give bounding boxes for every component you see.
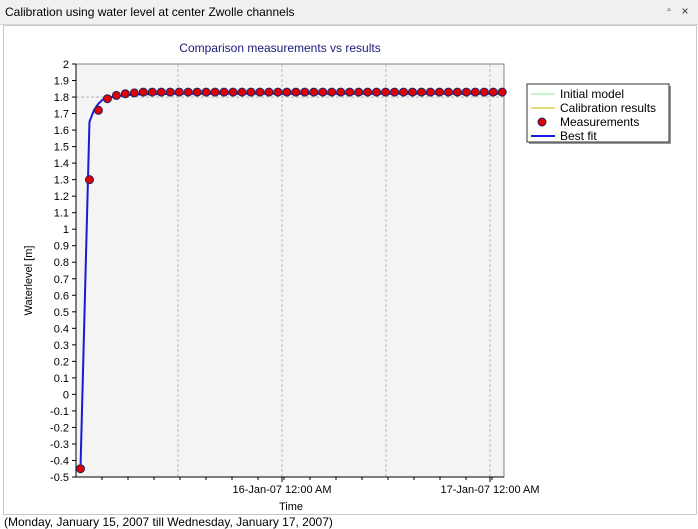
measurement-point [381,87,391,97]
measurement-point [497,87,507,97]
y-tick-label: 0.9 [54,241,69,253]
y-tick-label: 1.9 [54,76,69,88]
y-tick-label: -0.1 [50,406,69,418]
measurement-point [183,87,193,97]
measurement-point [416,87,426,97]
measurement-point [102,94,112,104]
measurement-point [434,87,444,97]
y-tick-label: 0.1 [54,373,69,385]
measurement-point [363,87,373,97]
legend-label: Measurements [560,115,639,129]
y-axis-title: Waterlevel [m] [23,246,35,316]
measurement-point [354,87,364,97]
measurement-point [479,87,489,97]
measurement-point [390,87,400,97]
chart: Comparison measurements vs results -0.5-… [23,41,671,513]
y-tick-label: 0.4 [54,323,69,335]
pin-icon[interactable]: ▫ [662,4,676,18]
measurement-point [210,87,220,97]
measurement-point [138,87,148,97]
y-tick-label: 1.7 [54,109,69,121]
measurement-point [201,87,211,97]
measurement-point [488,87,498,97]
y-tick-label: 0 [63,389,69,401]
measurement-point [237,87,247,97]
measurement-point [129,88,139,98]
measurement-point [165,87,175,97]
y-tick-label: 0.5 [54,307,69,319]
calibration-window: Calibration using water level at center … [0,0,698,529]
date-range-status: (Monday, January 15, 2007 till Wednesday… [4,515,333,529]
x-axis-title: Time [279,501,303,513]
measurement-point [345,87,355,97]
y-tick-label: 1 [63,224,69,236]
y-tick-label: 0.3 [54,340,69,352]
measurement-point [228,87,238,97]
y-tick-label: 1.6 [54,125,69,137]
measurement-point [309,87,319,97]
measurement-point [147,87,157,97]
y-tick-label: 1.5 [54,142,69,154]
measurement-point [336,87,346,97]
x-tick-label: 17-Jan-07 12:00 AM [440,484,539,496]
legend-label: Initial model [560,87,624,101]
y-tick-label: 0.7 [54,274,69,286]
y-tick-label: 1.8 [54,92,69,104]
measurement-point [255,87,265,97]
y-tick-label: 1.1 [54,208,69,220]
y-tick-label: 0.2 [54,356,69,368]
measurement-point [318,87,328,97]
measurement-point [156,87,166,97]
measurement-point [273,87,283,97]
legend-marker-measurements [537,117,547,127]
legend-label: Calibration results [560,101,656,115]
measurement-point [461,87,471,97]
measurement-point [174,87,184,97]
x-tick-label: 16-Jan-07 12:00 AM [232,484,331,496]
y-tick-label: -0.3 [50,439,69,451]
chart-panel: Comparison measurements vs results -0.5-… [3,25,697,515]
close-icon[interactable]: × [678,4,692,18]
measurement-point [425,87,435,97]
legend: Initial modelCalibration resultsMeasurem… [526,83,671,144]
measurement-point [219,87,229,97]
y-tick-label: 1.2 [54,191,69,203]
window-titlebar: Calibration using water level at center … [0,0,698,25]
measurement-point [443,87,453,97]
measurement-point [93,105,103,115]
y-tick-label: 0.6 [54,290,69,302]
chart-title: Comparison measurements vs results [179,41,380,55]
measurement-point [300,87,310,97]
measurement-point [399,87,409,97]
y-tick-label: 0.8 [54,257,69,269]
measurement-point [407,87,417,97]
y-tick-label: -0.4 [50,455,69,467]
measurement-point [452,87,462,97]
y-tick-label: 1.4 [54,158,69,170]
y-tick-label: 1.3 [54,175,69,187]
measurement-point [327,87,337,97]
measurement-point [246,87,256,97]
measurement-point [291,87,301,97]
measurement-point [470,87,480,97]
window-title: Calibration using water level at center … [5,5,295,19]
measurement-point [84,175,94,185]
y-tick-label: -0.2 [50,422,69,434]
measurement-point [192,87,202,97]
y-tick-label: 2 [63,59,69,71]
measurement-point [372,87,382,97]
legend-label: Best fit [560,129,597,143]
measurement-point [120,89,130,99]
plot-background [75,63,505,478]
plot-area: -0.5 -0.4 -0.3 -0.2 -0.1 0 0.1 0.2 0.3 0.4 0.5 0.6 0… [50,59,540,496]
y-tick-label: -0.5 [50,472,69,484]
measurement-point [282,87,292,97]
measurement-point [75,464,85,474]
measurement-point [111,90,121,100]
measurement-point [264,87,274,97]
